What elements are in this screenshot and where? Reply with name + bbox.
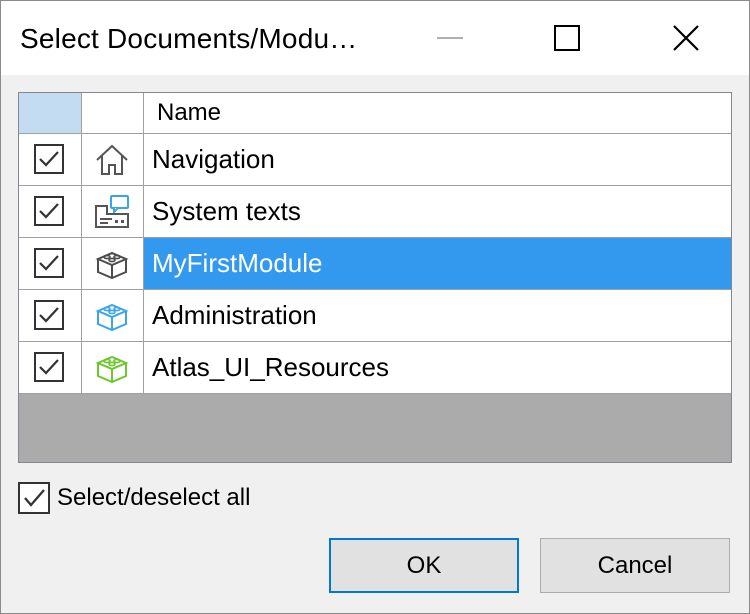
row-checkbox-cell[interactable]	[19, 290, 82, 342]
checkbox-checked-icon[interactable]	[34, 248, 64, 278]
ok-button[interactable]: OK	[329, 538, 519, 593]
row-checkbox-cell[interactable]	[19, 238, 82, 290]
row-name: System texts	[152, 196, 301, 226]
select-all-control[interactable]: Select/deselect all	[18, 481, 250, 515]
close-button[interactable]	[631, 1, 741, 75]
row-icon-cell	[82, 186, 144, 238]
row-icon-cell	[82, 134, 144, 186]
checkbox-checked-icon[interactable]	[34, 300, 64, 330]
row-checkbox-cell[interactable]	[19, 134, 82, 186]
row-name-cell[interactable]: Atlas_UI_Resources	[144, 342, 731, 394]
row-name-cell[interactable]: Administration	[144, 290, 731, 342]
row-icon-cell	[82, 290, 144, 342]
select-all-checkbox[interactable]	[18, 482, 50, 514]
row-name: Navigation	[152, 144, 275, 174]
documents-grid: Name Navigation System texts MyFirstModu…	[18, 92, 732, 463]
home-icon	[96, 144, 128, 175]
row-name: Administration	[152, 300, 317, 330]
select-all-label: Select/deselect all	[57, 484, 251, 511]
close-icon	[673, 25, 699, 51]
row-name-cell[interactable]: Navigation	[144, 134, 731, 186]
checkbox-checked-icon[interactable]	[34, 144, 64, 174]
header-icon-column	[82, 93, 144, 134]
cancel-button[interactable]: Cancel	[540, 538, 730, 593]
dialog-window: Select Documents/Modu… Name Navigation S…	[0, 0, 750, 614]
header-name-column[interactable]: Name	[144, 93, 731, 134]
minimize-icon	[437, 37, 463, 39]
maximize-button[interactable]	[512, 1, 622, 75]
row-icon-cell	[82, 238, 144, 290]
grid-header: Name	[19, 93, 731, 134]
row-icon-cell	[82, 342, 144, 394]
module-icon	[95, 251, 129, 280]
table-row[interactable]: Administration	[19, 290, 731, 342]
table-row[interactable]: System texts	[19, 186, 731, 238]
system-texts-icon	[95, 195, 129, 228]
minimize-button[interactable]	[395, 1, 505, 75]
module-icon	[95, 355, 129, 384]
row-name-cell[interactable]: System texts	[144, 186, 731, 238]
maximize-icon	[554, 25, 580, 51]
row-name-cell[interactable]: MyFirstModule	[144, 238, 731, 290]
header-check-column[interactable]	[19, 93, 82, 134]
row-checkbox-cell[interactable]	[19, 342, 82, 394]
table-row[interactable]: MyFirstModule	[19, 238, 731, 290]
row-name: Atlas_UI_Resources	[152, 352, 389, 382]
header-name-label: Name	[157, 99, 222, 126]
checkbox-checked-icon[interactable]	[34, 352, 64, 382]
title-bar[interactable]: Select Documents/Modu…	[1, 1, 749, 75]
dialog-title: Select Documents/Modu…	[20, 23, 358, 54]
row-name: MyFirstModule	[152, 248, 323, 278]
table-row[interactable]: Atlas_UI_Resources	[19, 342, 731, 394]
checkbox-checked-icon[interactable]	[34, 196, 64, 226]
table-row[interactable]: Navigation	[19, 134, 731, 186]
row-checkbox-cell[interactable]	[19, 186, 82, 238]
module-icon	[95, 303, 129, 332]
